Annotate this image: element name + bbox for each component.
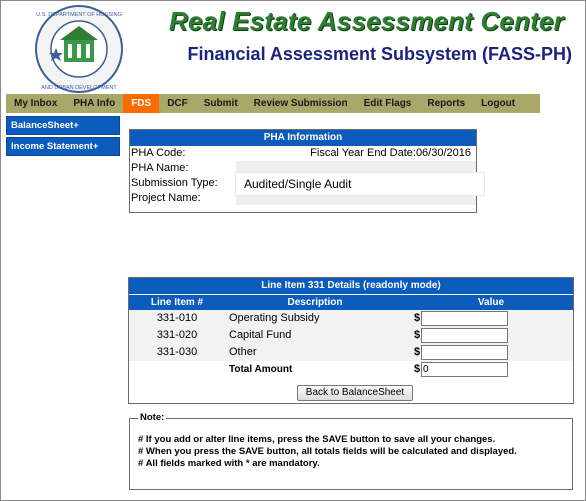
submission-type-label: Submission Type:: [131, 177, 218, 189]
note-line: # All fields marked with * are mandatory…: [138, 458, 320, 469]
back-to-balancesheet-button[interactable]: Back to BalanceSheet: [297, 385, 413, 401]
nav-submit[interactable]: Submit: [196, 94, 246, 113]
nav-logout[interactable]: Logout: [473, 94, 523, 113]
fiscal-year-end-label: Fiscal Year End Date:06/30/2016: [310, 147, 471, 159]
nav-edit-flags[interactable]: Edit Flags: [356, 94, 420, 113]
table-row: 331-020 Capital Fund $: [129, 327, 573, 344]
submission-type-value: Audited/Single Audit: [236, 173, 484, 195]
table-row: 331-030 Other $: [129, 344, 573, 361]
col-line-item: Line Item #: [150, 297, 204, 308]
currency-symbol: $: [414, 363, 421, 375]
value-field[interactable]: [421, 311, 508, 326]
note-line: # If you add or alter line items, press …: [138, 434, 496, 445]
line-item-heading: Line Item 331 Details (readonly mode): [129, 278, 573, 294]
total-row: Total Amount $ 0: [129, 361, 573, 378]
pha-code-label: PHA Code:: [131, 147, 186, 159]
pha-name-label: PHA Name:: [131, 162, 189, 174]
page-title: Real Estate Assessment Center: [168, 6, 564, 36]
note-box: Note: # If you add or alter line items, …: [129, 412, 573, 490]
nav-reports[interactable]: Reports: [419, 94, 473, 113]
svg-text:AND URBAN DEVELOPMENT: AND URBAN DEVELOPMENT: [41, 85, 117, 91]
line-item-column-headers: Line Item # Description Value: [129, 294, 573, 310]
note-legend: Note:: [138, 412, 167, 423]
project-name-label: Project Name:: [131, 192, 201, 204]
currency-symbol: $: [414, 312, 421, 324]
pha-information-panel: PHA Information PHA Code: Fiscal Year En…: [129, 129, 477, 213]
table-row: 331-010 Operating Subsidy $: [129, 310, 573, 327]
currency-symbol: $: [414, 346, 421, 358]
nav-pha-info[interactable]: PHA Info: [65, 94, 123, 113]
sidebar-item-income-statement[interactable]: Income Statement+: [6, 137, 120, 156]
value-field[interactable]: [421, 328, 508, 343]
nav-dcf[interactable]: DCF: [159, 94, 196, 113]
line-item-code: 331-010: [156, 312, 198, 324]
pha-information-heading: PHA Information: [130, 130, 476, 146]
line-item-code: 331-030: [156, 346, 198, 358]
total-amount-field[interactable]: 0: [421, 362, 508, 377]
nav-fds[interactable]: FDS: [123, 94, 160, 113]
sidebar-item-balancesheet[interactable]: BalanceSheet+: [6, 116, 120, 135]
col-value: Value: [477, 297, 505, 308]
nav-review-submission[interactable]: Review Submission: [246, 94, 356, 113]
col-description: Description: [287, 297, 343, 308]
line-item-description: Operating Subsidy: [229, 312, 320, 324]
note-line: # When you press the SAVE button, all to…: [138, 446, 517, 457]
value-field[interactable]: [421, 345, 508, 360]
pha-code-row: PHA Code: Fiscal Year End Date:06/30/201…: [130, 146, 476, 161]
side-menu: BalanceSheet+ Income Statement+: [6, 116, 120, 158]
page-subtitle: Financial Assessment Subsystem (FASS-PH): [187, 44, 572, 64]
currency-symbol: $: [414, 329, 421, 341]
line-item-code: 331-020: [156, 329, 198, 341]
line-item-description: Capital Fund: [229, 329, 292, 341]
total-amount-label: Total Amount: [229, 364, 293, 375]
main-nav: My Inbox PHA Info FDS DCF Submit Review …: [6, 94, 540, 113]
line-item-description: Other: [229, 346, 257, 358]
nav-my-inbox[interactable]: My Inbox: [6, 94, 65, 113]
line-item-details-panel: Line Item 331 Details (readonly mode) Li…: [128, 277, 574, 404]
